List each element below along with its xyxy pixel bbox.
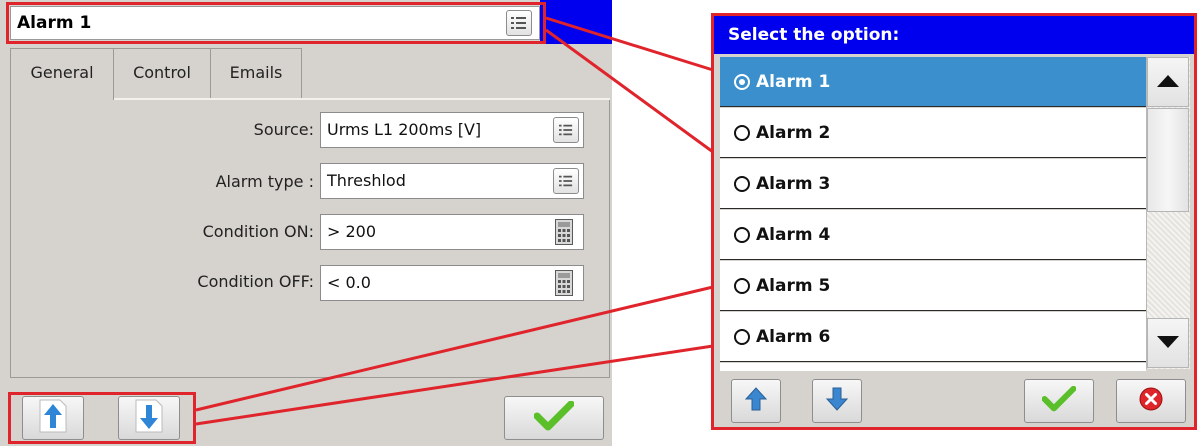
dialog-title: Select the option: — [728, 25, 900, 45]
radio-icon — [734, 226, 750, 243]
arrow-down-icon — [825, 386, 849, 416]
tab-general-label: General — [30, 63, 94, 82]
option-label: Alarm 3 — [756, 173, 831, 194]
dialog-header: Select the option: — [714, 16, 1194, 54]
dialog-up-button[interactable] — [731, 379, 781, 423]
scrollbar-thumb[interactable] — [1147, 108, 1189, 212]
option-label: Alarm 1 — [756, 71, 831, 92]
radio-icon — [734, 124, 750, 141]
scroll-down-button[interactable] — [1147, 318, 1189, 368]
radio-selected-icon — [734, 73, 750, 90]
triangle-down-icon — [1156, 334, 1180, 353]
radio-icon — [734, 175, 750, 192]
dialog-ok-button[interactable] — [1024, 379, 1094, 423]
scroll-up-button[interactable] — [1147, 57, 1189, 107]
radio-icon — [734, 328, 750, 345]
option-alarm-2[interactable]: Alarm 2 — [720, 108, 1146, 158]
tab-general[interactable]: General — [10, 48, 114, 100]
cancel-icon — [1139, 387, 1163, 415]
triangle-up-icon — [1156, 73, 1180, 92]
option-label: Alarm 5 — [756, 275, 831, 296]
radio-icon — [734, 277, 750, 294]
option-alarm-6[interactable]: Alarm 6 — [720, 312, 1146, 362]
checkmark-icon — [1041, 385, 1077, 416]
option-list-partial-row — [720, 363, 1146, 371]
option-alarm-5[interactable]: Alarm 5 — [720, 261, 1146, 311]
arrow-up-icon — [744, 386, 768, 416]
option-label: Alarm 6 — [756, 326, 831, 347]
option-label: Alarm 2 — [756, 122, 831, 143]
option-label: Alarm 4 — [756, 224, 831, 245]
option-alarm-3[interactable]: Alarm 3 — [720, 159, 1146, 209]
option-alarm-1[interactable]: Alarm 1 — [720, 57, 1146, 107]
dialog-down-button[interactable] — [812, 379, 862, 423]
option-alarm-4[interactable]: Alarm 4 — [720, 210, 1146, 260]
dialog-cancel-button[interactable] — [1116, 379, 1186, 423]
